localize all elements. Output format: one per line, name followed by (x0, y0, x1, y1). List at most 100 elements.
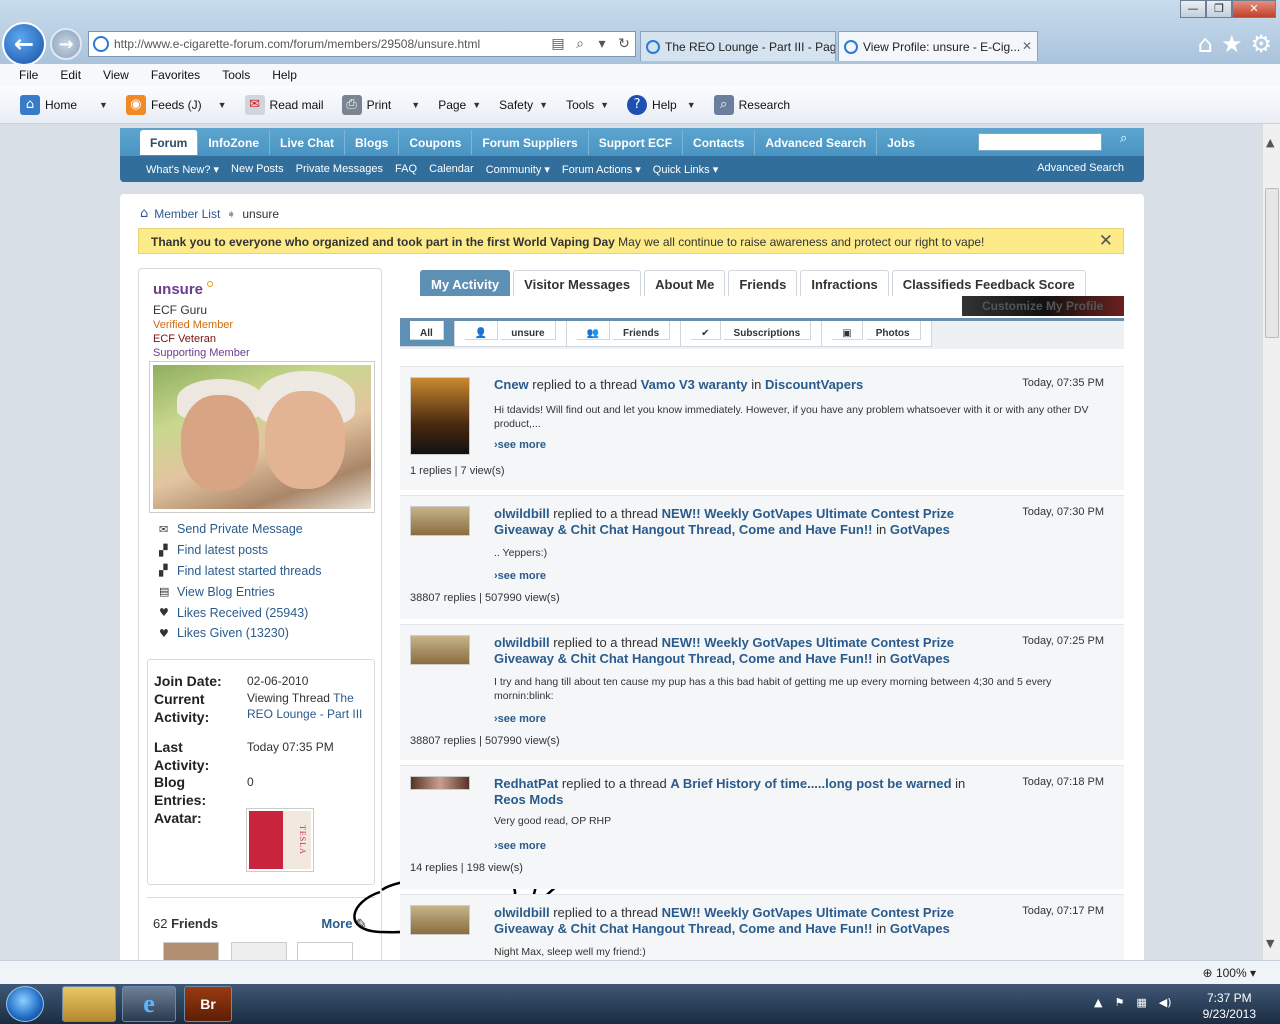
activity-forum-link[interactable]: GotVapes (890, 921, 950, 936)
activity-forum-link[interactable]: Reos Mods (494, 792, 563, 807)
cmd-read-mail[interactable]: ✉ Read mail (244, 94, 324, 115)
subnav-quick-links[interactable]: Quick Links ▾ (653, 163, 718, 176)
filter-photos[interactable]: ▣ Photos (822, 321, 932, 347)
filter-all[interactable]: All (400, 321, 455, 347)
cmd-research[interactable]: ⌕ Research (713, 94, 790, 115)
activity-user-link[interactable]: RedhatPat (494, 776, 558, 791)
close-notice-icon[interactable]: ✕ (1099, 231, 1113, 251)
close-window-button[interactable]: ✕ (1232, 0, 1276, 18)
site-tab-blogs[interactable]: Blogs (345, 130, 400, 155)
scroll-up-icon[interactable]: ▲ (1266, 136, 1274, 149)
customize-profile-button[interactable]: Customize My Profile (962, 296, 1124, 316)
tab-classifieds-feedback[interactable]: Classifieds Feedback Score (891, 270, 1086, 296)
subnav-community[interactable]: Community ▾ (486, 163, 550, 176)
cmd-feeds[interactable]: ◉ Feeds (J) ▼ (125, 94, 227, 115)
vertical-scrollbar[interactable]: ▲ ▼ (1262, 124, 1280, 960)
menu-view[interactable]: View (92, 68, 140, 82)
profile-action[interactable]: ♥ Likes Received (25943) (159, 602, 322, 623)
profile-action[interactable]: ▞ Find latest started threads (159, 561, 322, 582)
activity-user-avatar[interactable] (410, 905, 470, 935)
profile-action[interactable]: ▤ View Blog Entries (159, 581, 322, 602)
site-tab-infozone[interactable]: InfoZone (198, 130, 270, 155)
home-icon[interactable]: ⌂ (140, 206, 148, 221)
profile-action[interactable]: ▞ Find latest posts (159, 540, 322, 561)
show-hidden-icon[interactable]: ▲ (1094, 996, 1102, 1009)
friend-thumbnail[interactable] (231, 942, 287, 960)
site-tab-forum[interactable]: Forum (140, 130, 199, 155)
subnav-new-posts[interactable]: New Posts (231, 163, 284, 175)
breadcrumb-member-list[interactable]: Member List (154, 207, 220, 221)
subnav-faq[interactable]: FAQ (395, 163, 417, 175)
explorer-taskbar-icon[interactable] (62, 986, 116, 1022)
address-url[interactable]: http://www.e-cigarette-forum.com/forum/m… (114, 37, 547, 51)
ie-taskbar-icon[interactable]: e (122, 986, 176, 1022)
activity-forum-link[interactable]: DiscountVapers (765, 377, 863, 392)
back-button[interactable]: ← (2, 22, 46, 64)
compatibility-icon[interactable]: ▤ (547, 36, 569, 52)
friend-thumbnail[interactable] (297, 942, 353, 960)
activity-user-link[interactable]: olwildbill (494, 635, 550, 650)
cmd-page[interactable]: Page ▼ (438, 98, 481, 112)
activity-user-link[interactable]: Cnew (494, 377, 529, 392)
activity-forum-link[interactable]: GotVapes (890, 522, 950, 537)
activity-thread-link[interactable]: A Brief History of time.....long post be… (670, 776, 951, 791)
favorites-star-icon[interactable]: ★ (1221, 30, 1243, 58)
search-icon[interactable]: ⌕ (1120, 131, 1140, 153)
see-more-link[interactable]: ›see more (494, 840, 546, 852)
flag-icon[interactable]: ⚑ (1114, 996, 1124, 1009)
friends-more-link[interactable]: More ✎ (321, 916, 367, 932)
activity-user-link[interactable]: olwildbill (494, 905, 550, 920)
menu-favorites[interactable]: Favorites (140, 68, 211, 82)
tab-about-me[interactable]: About Me (644, 270, 726, 296)
menu-file[interactable]: File (8, 68, 49, 82)
friend-thumbnail[interactable] (163, 942, 219, 960)
see-more-link[interactable]: ›see more (494, 439, 546, 451)
activity-user-link[interactable]: olwildbill (494, 506, 550, 521)
volume-icon[interactable]: ◀) (1159, 996, 1172, 1009)
activity-user-avatar[interactable] (410, 776, 470, 790)
scroll-down-icon[interactable]: ▼ (1266, 937, 1274, 950)
tab-infractions[interactable]: Infractions (800, 270, 889, 296)
dropdown-icon[interactable]: ▾ (591, 36, 613, 52)
menu-edit[interactable]: Edit (49, 68, 92, 82)
subnav-whats-new[interactable]: What's New? ▾ (146, 163, 219, 176)
tab-my-activity[interactable]: My Activity (420, 270, 511, 296)
activity-user-avatar[interactable] (410, 377, 470, 455)
gear-icon[interactable]: ⚙ (1250, 30, 1272, 58)
search-icon[interactable]: ⌕ (569, 36, 591, 52)
site-tab-jobs[interactable]: Jobs (877, 130, 925, 155)
activity-user-avatar[interactable] (410, 506, 470, 536)
dropdown-icon[interactable]: ▼ (687, 100, 696, 110)
tab-friends[interactable]: Friends (728, 270, 798, 296)
menu-help[interactable]: Help (261, 68, 308, 82)
cmd-help[interactable]: ? Help ▼ (627, 94, 696, 115)
browser-tab-reo-lounge[interactable]: The REO Lounge - Part III - Pag... (640, 31, 836, 61)
subnav-calendar[interactable]: Calendar (429, 163, 474, 175)
see-more-link[interactable]: ›see more (494, 570, 546, 582)
refresh-icon[interactable]: ↻ (613, 36, 635, 52)
subnav-private-messages[interactable]: Private Messages (296, 163, 383, 175)
cmd-print[interactable]: ⎙ Print ▼ (341, 94, 420, 115)
filter-unsure[interactable]: 👤 unsure (454, 321, 567, 347)
cmd-tools[interactable]: Tools ▼ (566, 98, 609, 112)
dropdown-icon[interactable]: ▼ (411, 100, 420, 110)
filter-friends[interactable]: 👥 Friends (566, 321, 682, 347)
site-tab-contacts[interactable]: Contacts (683, 130, 756, 155)
browser-tab-view-profile[interactable]: View Profile: unsure - E-Cig... ✕ (838, 31, 1038, 61)
cmd-safety[interactable]: Safety ▼ (499, 98, 548, 112)
activity-forum-link[interactable]: GotVapes (890, 651, 950, 666)
tab-visitor-messages[interactable]: Visitor Messages (513, 270, 642, 296)
profile-action[interactable]: ✉ Send Private Message (159, 519, 322, 540)
site-search-input[interactable] (978, 133, 1102, 151)
minimize-button[interactable]: — (1180, 0, 1206, 18)
zoom-level[interactable]: ⊕ 100% ▾ (1203, 966, 1256, 980)
site-tab-advanced-search[interactable]: Advanced Search (755, 130, 878, 155)
forward-button[interactable]: → (50, 28, 82, 60)
subnav-forum-actions[interactable]: Forum Actions ▾ (562, 163, 641, 176)
site-tab-forum-suppliers[interactable]: Forum Suppliers (472, 130, 589, 155)
maximize-button[interactable]: ❐ (1206, 0, 1232, 18)
site-tab-coupons[interactable]: Coupons (399, 130, 473, 155)
activity-user-avatar[interactable] (410, 635, 470, 665)
activity-thread-link[interactable]: Vamo V3 waranty (641, 377, 748, 392)
site-tab-support-ecf[interactable]: Support ECF (589, 130, 684, 155)
